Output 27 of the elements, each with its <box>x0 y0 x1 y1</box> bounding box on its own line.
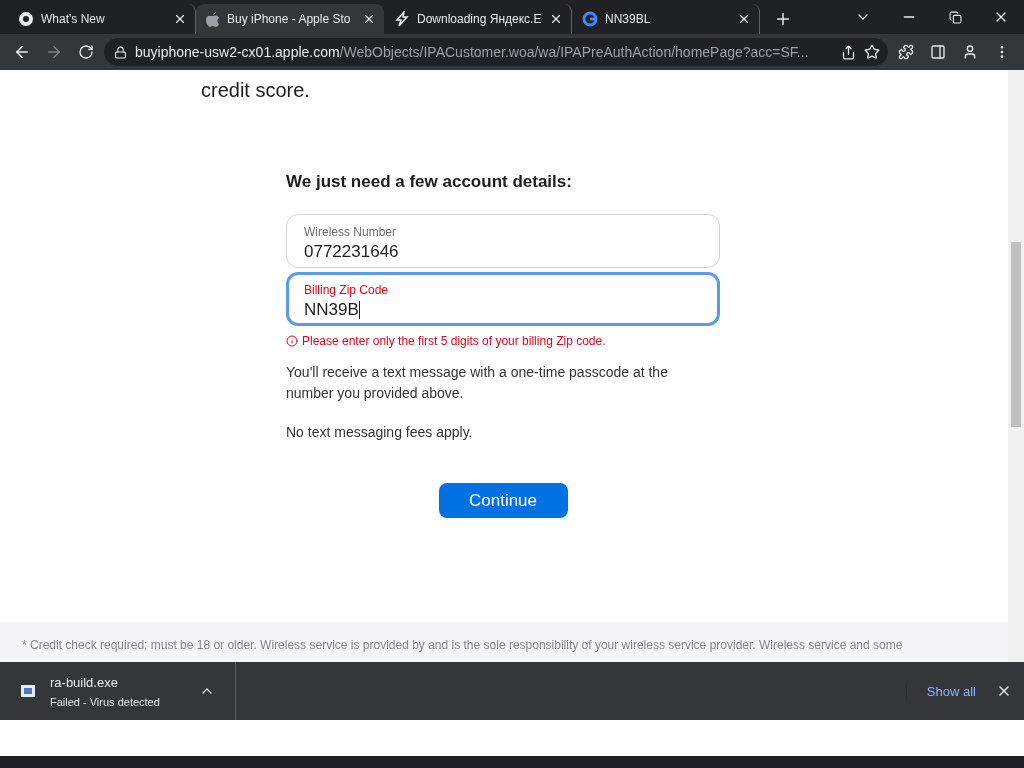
close-icon[interactable] <box>549 12 563 26</box>
lock-icon <box>114 45 127 59</box>
info-icon <box>286 335 298 347</box>
scrollbar[interactable] <box>1008 70 1024 662</box>
input-field[interactable]: Wireless Number 0772231646 <box>286 214 720 268</box>
footnote-text: * Credit check required; must be 18 or older. Wireless service is provided by and is the sole responsibility of your wireless service provider. Wireless service and some <box>0 622 1008 662</box>
input-field[interactable]: Billing Zip Code NN39B <box>286 272 720 326</box>
browser-logo-icon <box>18 11 34 27</box>
form-heading: We just need a few account details: <box>286 172 573 192</box>
share-icon[interactable] <box>841 44 856 60</box>
new-tab-icon[interactable] <box>774 10 792 28</box>
info-text: No text messaging fees apply. <box>286 423 474 442</box>
file-icon <box>20 684 36 698</box>
apple-icon <box>206 11 220 27</box>
close-icon[interactable] <box>362 12 376 26</box>
star-icon[interactable] <box>864 44 880 60</box>
continue-button[interactable]: Continue <box>438 483 568 518</box>
g-logo-icon <box>582 11 598 27</box>
error-message: Please enter only the first 5 digits of your billing Zip code. <box>286 334 720 348</box>
address-bar[interactable]: buyiphone-usw2-cx01.apple.com/WebObjects/IPACustomer.woa/wa/IPAPreAuthAction/homePage?acc=SF... <box>104 38 888 66</box>
browser-tab[interactable]: Buy iPhone - Apple Sto <box>196 4 384 34</box>
info-text: You'll receive a text message with a one-time passcode at the number you provided above. <box>286 363 669 403</box>
lightning-icon <box>394 11 410 27</box>
intro-text: credit score. <box>201 79 311 102</box>
show-all-link[interactable]: Show all <box>905 683 996 699</box>
close-icon[interactable] <box>737 12 751 26</box>
close-icon[interactable] <box>173 12 187 26</box>
